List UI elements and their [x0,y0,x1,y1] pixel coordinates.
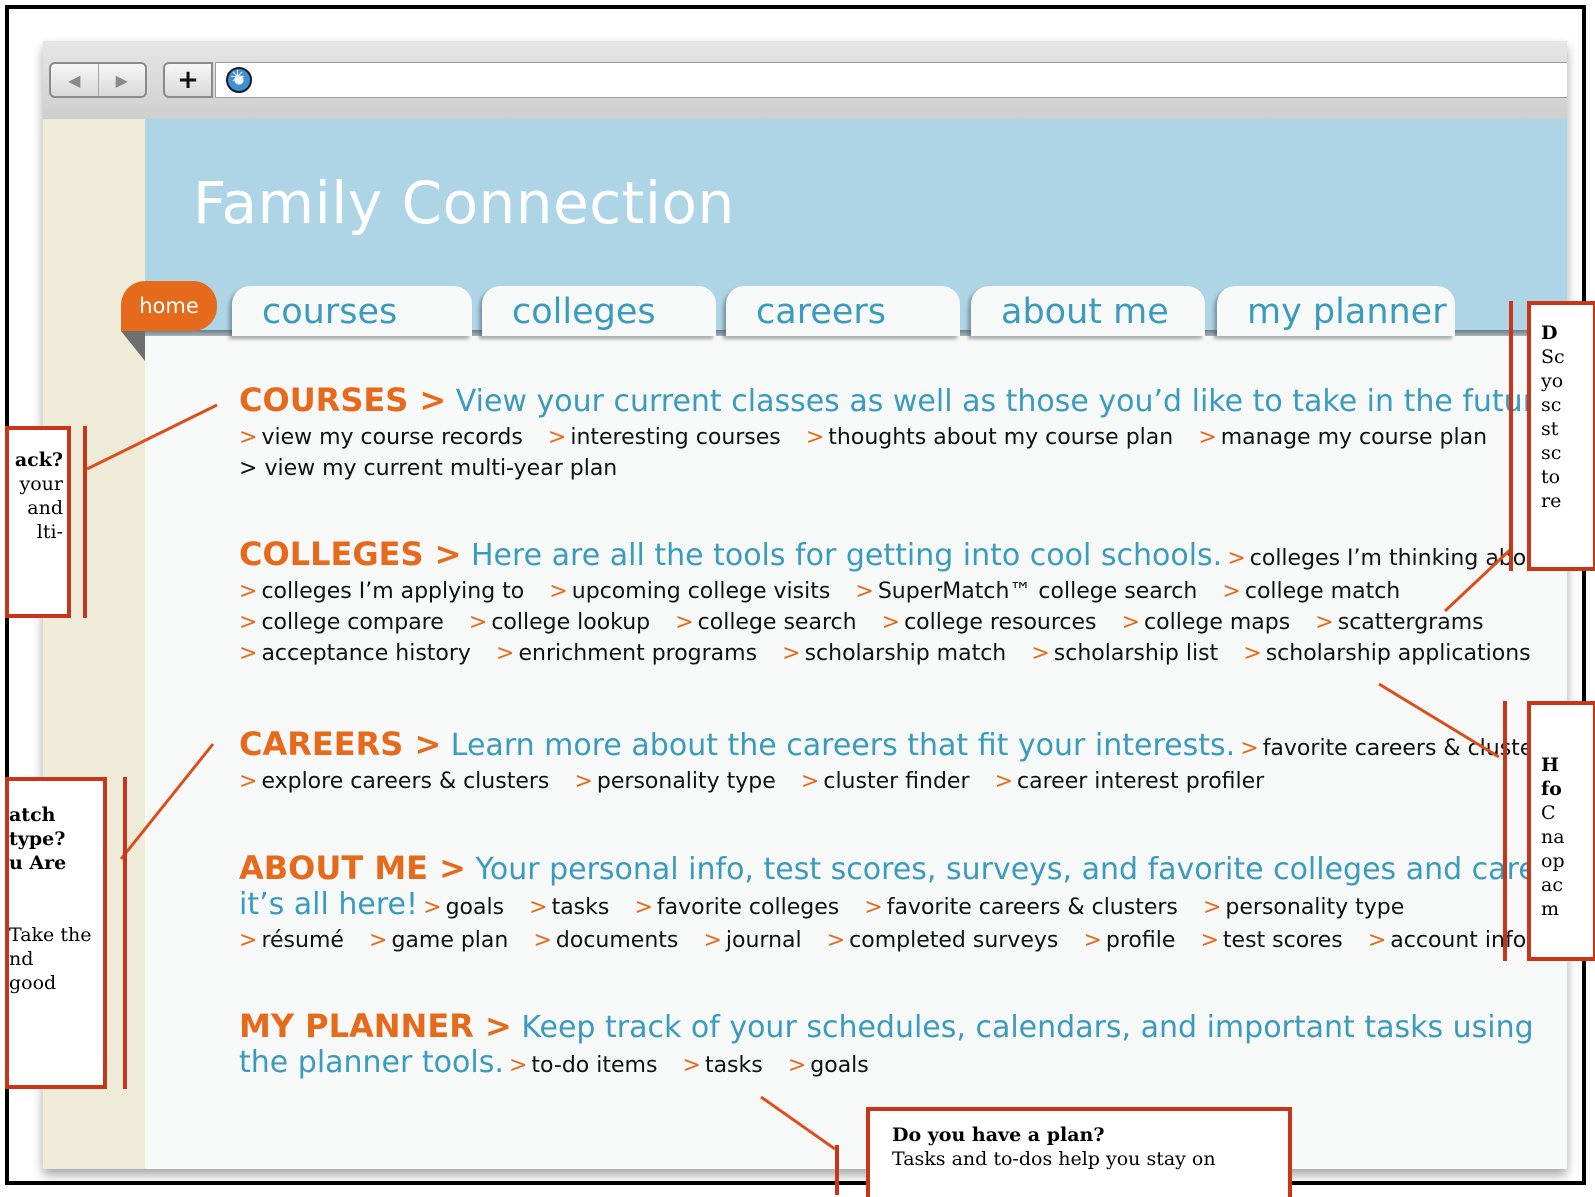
callout-scholarship-search: D Sc yo sc st sc to re [1527,301,1595,571]
callout-bar-right-1 [1509,301,1513,571]
callout-leader-lines [86,403,1513,1151]
callout-bar-right-2 [1503,701,1507,961]
leader-line-careers [119,743,215,860]
callout-career-match: atch type? u Are Take the nd good [5,777,107,1089]
callout-do-you-have-a-plan: Do you have a plan? Tasks and to-dos hel… [866,1107,1292,1197]
leader-line-scholarships [1378,682,1500,759]
callout-bar-left-2 [123,777,127,1089]
callout-college-options: H fo C na op ac m [1527,701,1595,961]
callout-bar-bottom [835,1145,839,1195]
leader-line-planner [760,1095,836,1151]
callout-bar-left-1 [83,426,87,618]
leader-line-courses [86,403,218,471]
leader-line-colleges [1443,547,1513,613]
document-frame: ◀ ▶ + Family Connection home courses col… [5,5,1595,1197]
callout-course-track: ack? your and lti- [5,426,71,618]
